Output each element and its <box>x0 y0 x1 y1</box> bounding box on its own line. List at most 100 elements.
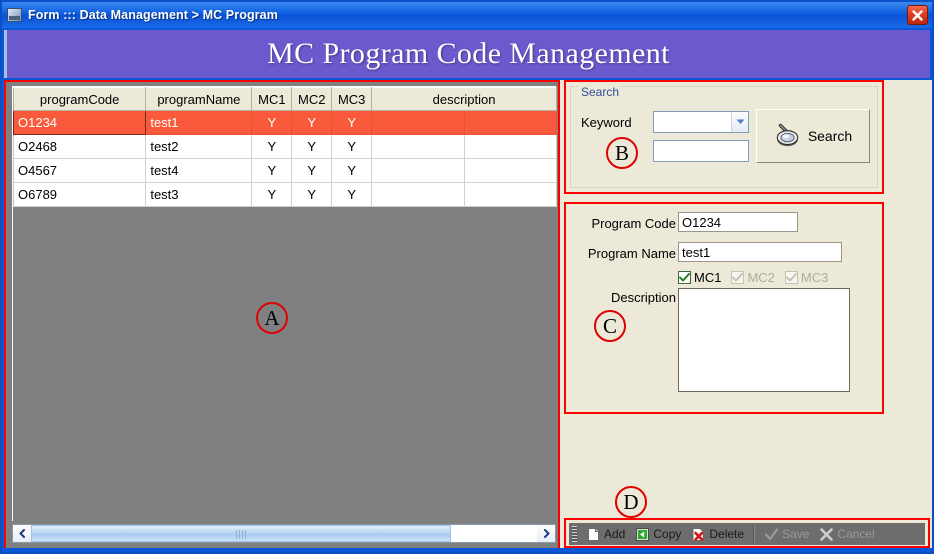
cell-mc1[interactable]: Y <box>251 110 293 135</box>
grid-horizontal-scrollbar[interactable] <box>12 524 556 543</box>
table-row[interactable]: O4567 test4 Y Y Y <box>12 158 558 183</box>
save-button: Save <box>759 524 814 544</box>
application-window: Form ::: Data Management > MC Program MC… <box>0 0 934 554</box>
checkbox-mc1[interactable]: MC1 <box>678 270 721 285</box>
keyword-dropdown[interactable] <box>653 111 749 133</box>
toolbar-gripper[interactable] <box>572 526 577 542</box>
cell-programname[interactable]: test3 <box>145 182 253 207</box>
scroll-right-button[interactable] <box>537 525 555 542</box>
mc-checkbox-group: MC1 MC2 MC3 <box>678 270 828 285</box>
check-icon <box>785 273 797 282</box>
annotation-marker-b: B <box>606 137 638 169</box>
copy-button[interactable]: Copy <box>630 524 686 544</box>
column-header-description[interactable]: description <box>371 87 557 111</box>
search-button-label: Search <box>807 128 853 144</box>
right-panel: Search Keyword Search B Program Code O12… <box>560 80 932 550</box>
title-bar: Form ::: Data Management > MC Program <box>2 2 932 28</box>
status-strip <box>2 548 932 552</box>
header-banner: MC Program Code Management <box>4 30 930 78</box>
description-label: Description <box>610 290 676 305</box>
checkbox-mc1-label: MC1 <box>694 270 722 285</box>
window-title: Form ::: Data Management > MC Program <box>28 8 278 22</box>
annotation-marker-c: C <box>594 310 626 342</box>
copy-button-label: Copy <box>653 527 682 541</box>
chevron-left-icon <box>19 529 25 538</box>
cell-programcode[interactable]: O6789 <box>12 182 147 207</box>
column-header-mc2[interactable]: MC2 <box>291 87 333 111</box>
x-icon <box>820 527 834 541</box>
cell-mc2[interactable]: Y <box>291 158 333 183</box>
checkbox-mc3: MC3 <box>784 270 828 285</box>
scroll-left-button[interactable] <box>13 525 31 542</box>
checkbox-mc1-box[interactable] <box>678 271 691 284</box>
copy-icon <box>636 527 650 541</box>
cancel-button-label: Cancel <box>837 527 875 541</box>
grid-header: programCode programName MC1 MC2 MC3 desc… <box>12 87 557 111</box>
cell-mc2[interactable]: Y <box>291 110 333 135</box>
cell-programcode[interactable]: O1234 <box>12 110 147 135</box>
data-grid[interactable]: programCode programName MC1 MC2 MC3 desc… <box>12 87 558 207</box>
table-row[interactable]: O1234 test1 Y Y Y <box>12 110 558 135</box>
chevron-down-glyph <box>736 119 744 124</box>
page-title: MC Program Code Management <box>267 37 670 70</box>
cell-programcode[interactable]: O2468 <box>12 134 147 159</box>
column-header-mc3[interactable]: MC3 <box>331 87 373 111</box>
description-textarea[interactable] <box>678 288 850 392</box>
search-region-b: Search Keyword Search B <box>564 80 884 194</box>
search-group-label: Search <box>579 85 622 99</box>
cell-programname[interactable]: test4 <box>145 158 253 183</box>
cell-description[interactable] <box>463 134 558 159</box>
program-name-label: Program Name <box>587 246 676 261</box>
search-icon <box>776 123 799 147</box>
data-grid-container[interactable]: programCode programName MC1 MC2 MC3 desc… <box>12 86 558 521</box>
cell-programname[interactable]: test2 <box>145 134 253 159</box>
check-icon <box>764 527 779 540</box>
checkbox-mc2: MC2 <box>731 270 775 285</box>
cell-mc3[interactable]: Y <box>331 158 373 183</box>
column-header-programcode[interactable]: programCode <box>12 87 147 111</box>
cell-mc3[interactable]: Y <box>331 134 373 159</box>
column-header-programname[interactable]: programName <box>145 87 253 111</box>
check-icon <box>679 273 690 282</box>
grid-header-row: programCode programName MC1 MC2 MC3 desc… <box>12 87 557 111</box>
toolbar-region-d: Add Copy Delete Save Cancel <box>564 518 930 548</box>
table-row[interactable]: O6789 test3 Y Y Y <box>12 182 558 207</box>
cell-description[interactable] <box>463 182 558 207</box>
cell-mc1[interactable]: Y <box>251 182 293 207</box>
cell-mc3[interactable]: Y <box>331 182 373 207</box>
close-icon <box>912 9 923 21</box>
program-name-input[interactable] <box>678 242 842 262</box>
checkbox-mc3-box <box>784 271 798 284</box>
new-page-icon <box>588 527 599 541</box>
cell-mc2[interactable]: Y <box>291 182 333 207</box>
annotation-marker-d: D <box>615 486 647 518</box>
cell-spacer <box>371 182 465 207</box>
cell-mc3[interactable]: Y <box>331 110 373 135</box>
keyword-input[interactable] <box>653 140 749 162</box>
cell-description[interactable] <box>463 158 558 183</box>
add-button-label: Add <box>604 527 626 541</box>
search-group-box: Search Keyword Search B <box>570 85 878 188</box>
close-button[interactable] <box>907 5 928 25</box>
add-button[interactable]: Add <box>581 524 630 544</box>
program-code-input[interactable] <box>678 212 798 232</box>
cell-mc2[interactable]: Y <box>291 134 333 159</box>
form-icon <box>7 8 22 22</box>
delete-button[interactable]: Delete <box>686 524 749 544</box>
cell-description[interactable] <box>463 110 558 135</box>
delete-button-label: Delete <box>709 527 745 541</box>
cell-mc1[interactable]: Y <box>251 158 293 183</box>
cell-programname[interactable]: test1 <box>145 110 253 135</box>
toolbar-separator <box>753 525 756 543</box>
table-row[interactable]: O2468 test2 Y Y Y <box>12 134 558 159</box>
column-header-mc1[interactable]: MC1 <box>251 87 293 111</box>
search-button[interactable]: Search <box>756 109 870 163</box>
scroll-track[interactable] <box>31 525 537 542</box>
cell-mc1[interactable]: Y <box>251 134 293 159</box>
cell-programcode[interactable]: O4567 <box>12 158 147 183</box>
grid-body: O1234 test1 Y Y Y O2468 test2 Y Y Y O456… <box>12 110 558 207</box>
scroll-thumb[interactable] <box>31 525 451 542</box>
cell-spacer <box>371 110 465 135</box>
chevron-down-icon[interactable] <box>731 112 748 132</box>
action-toolbar: Add Copy Delete Save Cancel <box>569 523 925 545</box>
